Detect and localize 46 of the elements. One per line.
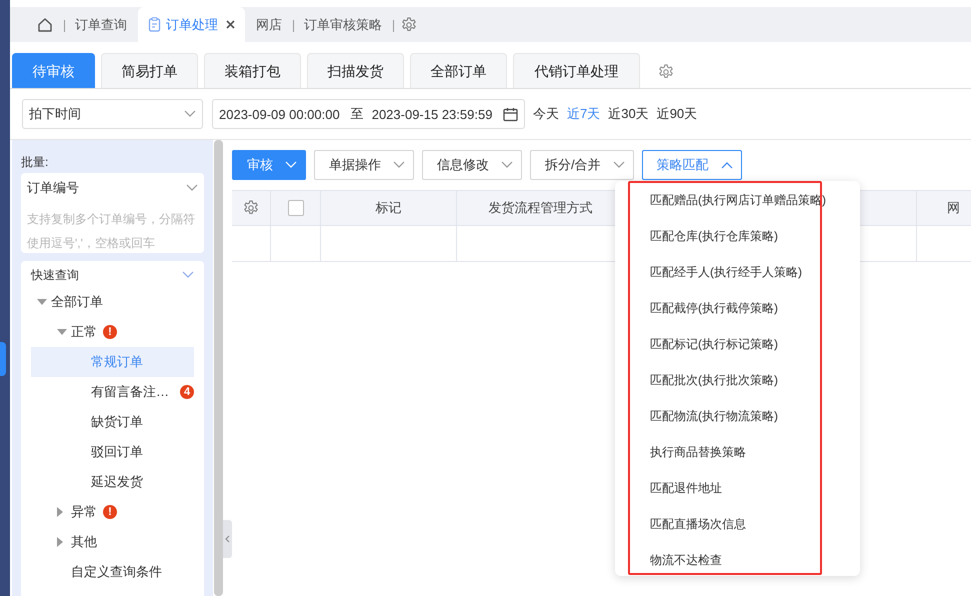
date-range-link[interactable]: 近7天 (567, 105, 600, 123)
page-tab[interactable]: 订单查询 (64, 7, 138, 42)
column-header: 标记 (321, 191, 457, 225)
page-tab[interactable]: 订单处理 (138, 7, 245, 42)
menu-item[interactable]: 匹配退件地址 (650, 478, 722, 498)
tree-item[interactable]: 延迟发货 (31, 467, 194, 497)
menu-item[interactable]: 匹配批次(执行批次策略) (650, 370, 778, 390)
tree-item[interactable]: 缺货订单 (31, 407, 194, 437)
tree-item[interactable]: 异常 ! (31, 497, 194, 527)
menu-item[interactable]: 匹配经手人(执行经手人策略) (650, 262, 802, 282)
date-range-field[interactable]: 2023-09-09 00:00:00 至 2023-09-15 23:59:59 (212, 99, 525, 129)
count-badge: 4 (180, 385, 194, 399)
dropdown-button[interactable]: 信息修改 (422, 150, 522, 180)
tab[interactable]: 简易打单 (101, 53, 198, 88)
tab[interactable]: 全部订单 (410, 53, 507, 88)
menu-item[interactable]: 匹配截停(执行截停策略) (650, 298, 778, 318)
alert-badge: ! (103, 505, 117, 519)
tree-item[interactable]: 有留言备注… 4 (31, 377, 194, 407)
date-range-link[interactable]: 今天 (533, 105, 559, 123)
column-header: 网 (917, 191, 971, 225)
menu-item[interactable]: 匹配仓库(执行仓库策略) (650, 226, 778, 246)
tree-item[interactable]: 正常 ! (31, 317, 194, 347)
page-tab[interactable]: 网店 (245, 7, 293, 42)
menu-item[interactable]: 物流不达检查 (650, 550, 722, 570)
order-number-select[interactable]: 订单编号 (21, 173, 204, 201)
dropdown-button[interactable]: 单据操作 (314, 150, 414, 180)
tab[interactable]: 扫描发货 (307, 53, 404, 88)
dropdown-button[interactable]: 策略匹配 (642, 150, 742, 180)
tab[interactable]: 装箱打包 (204, 53, 301, 88)
time-field-select[interactable]: 拍下时间 (22, 99, 203, 129)
menu-item[interactable]: 匹配物流(执行物流策略) (650, 406, 778, 426)
date-range-link[interactable]: 近30天 (608, 105, 649, 123)
alert-badge: ! (103, 325, 117, 339)
tab[interactable]: 代销订单处理 (513, 53, 640, 88)
batch-label: 批量: (21, 154, 50, 171)
dropdown-button[interactable]: 拆分/合并 (530, 150, 634, 180)
page-tab[interactable]: 订单审核策略 (293, 7, 393, 42)
tree-item[interactable]: 驳回订单 (31, 437, 194, 467)
date-range-link[interactable]: 近90天 (656, 105, 698, 123)
tree-item[interactable]: 全部订单 (31, 287, 194, 317)
menu-item[interactable]: 匹配直播场次信息 (650, 514, 746, 534)
panel-title: 快速查询 (31, 266, 79, 284)
tree-item[interactable]: 自定义查询条件 (31, 557, 194, 587)
menu-item[interactable]: 执行商品替换策略 (650, 442, 746, 462)
menu-item[interactable]: 匹配标记(执行标记策略) (650, 334, 778, 354)
tree-item[interactable]: 其他 (31, 527, 194, 557)
